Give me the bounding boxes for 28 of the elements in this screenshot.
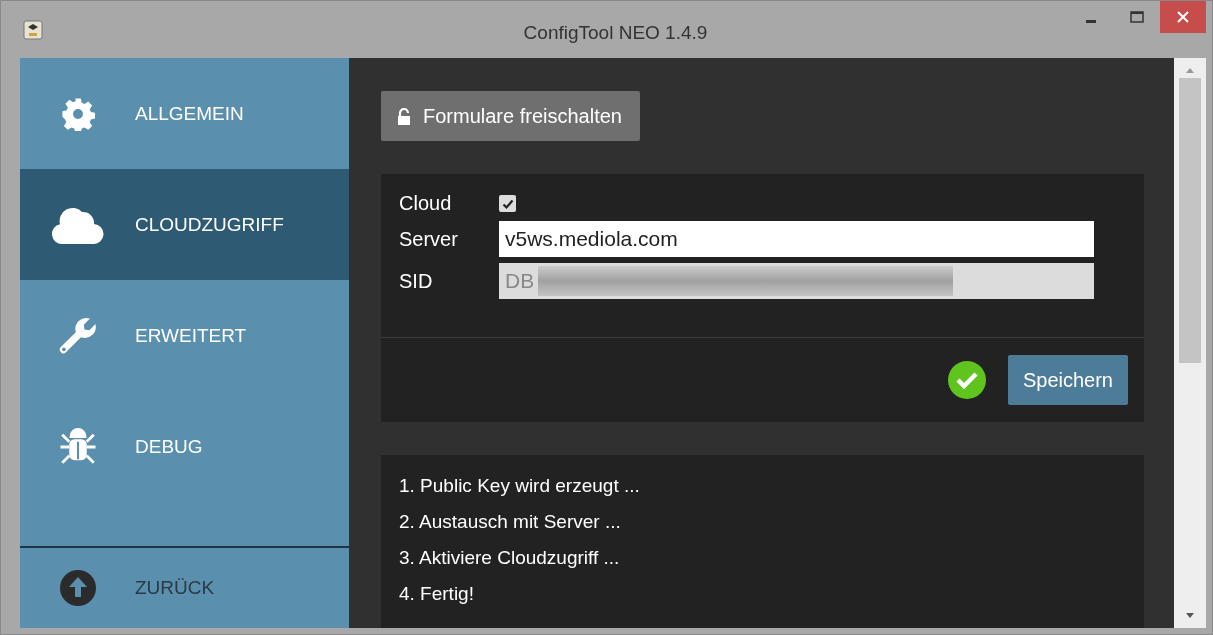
nav-item[interactable]: CLOUDZUGRIFF — [20, 169, 349, 280]
close-icon — [1177, 11, 1189, 23]
log-line: 3. Aktiviere Cloudzugriff ... — [399, 547, 621, 569]
log-line: 4. Fertig! — [399, 583, 475, 605]
log-line: 1. Public Key wird erzeugt ... — [399, 475, 641, 497]
nav-item[interactable]: ERWEITERT — [20, 280, 349, 391]
unlock-icon — [397, 107, 411, 125]
close-button[interactable] — [1160, 1, 1206, 33]
maximize-icon — [1130, 11, 1144, 23]
scroll-down-icon[interactable] — [1185, 612, 1195, 620]
field-label: Cloud — [399, 192, 453, 215]
unlock-button[interactable]: Formulare freischalten — [381, 91, 640, 141]
field-label: SID — [399, 269, 434, 293]
server-field[interactable]: v5ws.mediola.com — [499, 221, 1094, 257]
scrollbar[interactable] — [1174, 58, 1206, 628]
cloud-icon — [51, 205, 104, 244]
field-label: Server — [399, 227, 459, 251]
back-item[interactable]: ZURÜCK — [20, 548, 349, 628]
gear-icon — [60, 96, 95, 131]
log-line: 2. Austausch mit Server ... — [399, 511, 622, 533]
cloud-checkbox[interactable] — [499, 195, 516, 212]
window-title: ConfigTool NEO 1.4.9 — [522, 21, 709, 44]
nav-item[interactable]: ALLGEMEIN — [20, 58, 349, 169]
nav-item[interactable]: DEBUG — [20, 391, 349, 502]
minimize-icon — [1086, 19, 1096, 23]
scroll-up-icon[interactable] — [1185, 66, 1195, 74]
app-icon — [23, 19, 43, 40]
save-button[interactable]: Speichern — [1007, 355, 1128, 405]
